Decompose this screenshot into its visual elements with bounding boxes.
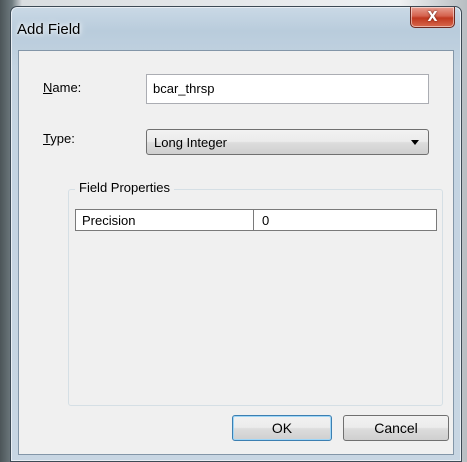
close-button[interactable]: X [410, 7, 455, 28]
close-icon: X [427, 9, 438, 25]
dialog-title: Add Field [17, 21, 81, 38]
property-value-cell[interactable]: 0 [254, 210, 436, 230]
property-name-cell: Precision [76, 210, 254, 230]
title-bar[interactable]: Add Field X [11, 7, 461, 47]
name-field[interactable]: bcar_thrsp [146, 74, 429, 104]
properties-table-row: Precision 0 [75, 209, 437, 231]
name-label: Name: [43, 80, 82, 95]
chevron-down-icon [411, 140, 419, 145]
add-field-dialog: Add Field X Name: bcar_thrsp Type: Long … [10, 6, 462, 462]
ok-button[interactable]: OK [232, 415, 332, 441]
type-dropdown[interactable]: Long Integer [146, 129, 429, 155]
dialog-body: Name: bcar_thrsp Type: Long Integer Fiel… [18, 50, 454, 455]
field-properties-title: Field Properties [75, 180, 175, 195]
cancel-button[interactable]: Cancel [343, 415, 449, 441]
type-selected-value: Long Integer [154, 135, 228, 150]
type-label: Type: [43, 131, 75, 146]
